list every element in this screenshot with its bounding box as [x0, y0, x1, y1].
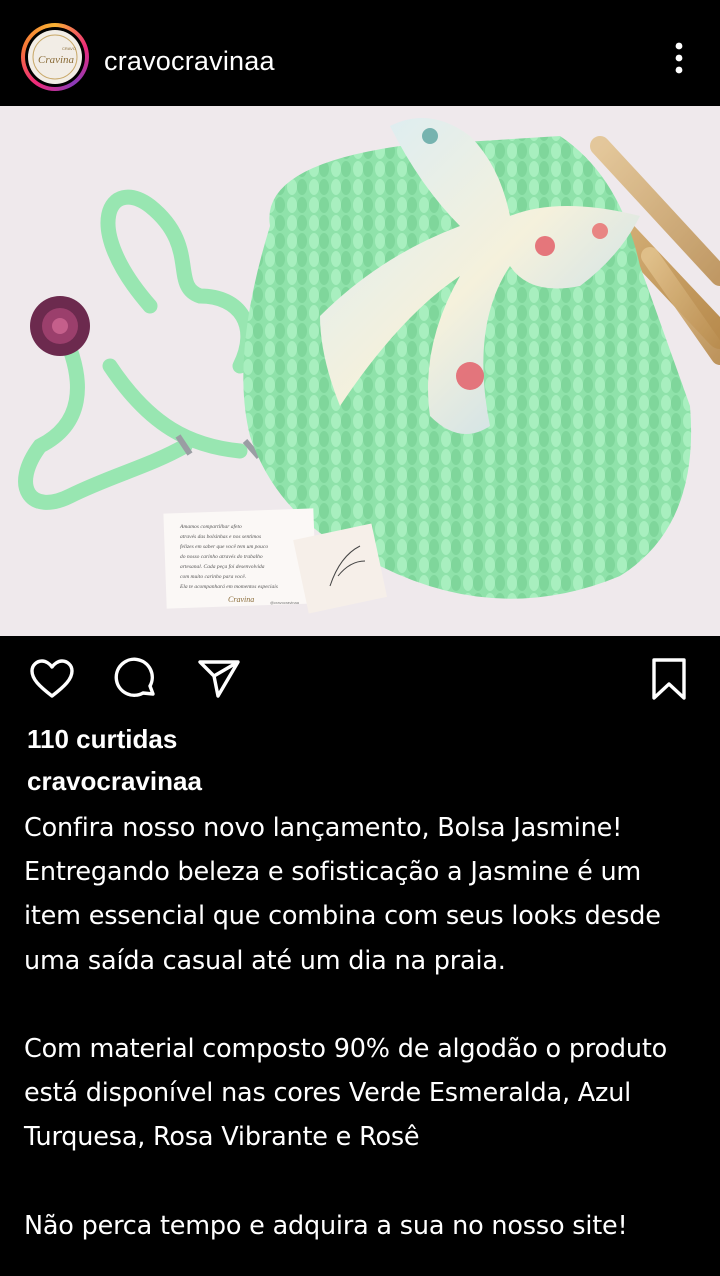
caption-author[interactable]: cravocravinaa — [27, 766, 202, 797]
post-caption: Confira nosso novo lançamento, Bolsa Jas… — [24, 806, 704, 1248]
bag-photo: Amamos compartilhar afeto através das bo… — [0, 106, 720, 636]
caption-paragraph-3: Não perca tempo e adquira a sua no nosso… — [24, 1210, 628, 1241]
svg-text:através das bolsinhas e nos se: através das bolsinhas e nos sentimos — [180, 534, 261, 540]
story-ring[interactable]: CRAVO Cravina — [21, 23, 89, 91]
send-icon — [198, 660, 240, 698]
comment-icon — [114, 657, 155, 697]
heart-icon — [30, 659, 74, 698]
post-actions — [0, 650, 720, 710]
svg-text:Cravina: Cravina — [38, 54, 75, 66]
svg-text:Amamos compartilhar afeto: Amamos compartilhar afeto — [179, 523, 242, 530]
avatar[interactable]: CRAVO Cravina — [28, 30, 82, 84]
post-header: CRAVO Cravina cravocravinaa — [0, 0, 720, 106]
post-image[interactable]: Amamos compartilhar afeto através das bo… — [0, 106, 720, 636]
svg-text:Cravina: Cravina — [228, 595, 254, 604]
bookmark-icon — [652, 658, 686, 700]
share-button[interactable] — [194, 654, 244, 704]
save-button[interactable] — [644, 654, 694, 704]
caption-paragraph-1: Confira nosso novo lançamento, Bolsa Jas… — [24, 813, 661, 976]
svg-text:artesanal. Cada peça foi desen: artesanal. Cada peça foi desenvolvida — [180, 563, 265, 570]
thank-you-card: Amamos compartilhar afeto através das bo… — [163, 508, 317, 609]
like-count[interactable]: 110 curtidas — [27, 724, 177, 755]
svg-text:CRAVO: CRAVO — [62, 46, 76, 51]
svg-text:@cravocravinaa: @cravocravinaa — [270, 600, 300, 605]
more-vertical-icon — [675, 42, 683, 74]
brand-logo: CRAVO Cravina — [32, 34, 78, 80]
svg-text:felizes em saber que você tem: felizes em saber que você tem um pouco — [180, 543, 268, 550]
username[interactable]: cravocravinaa — [104, 46, 275, 77]
comment-button[interactable] — [111, 654, 161, 704]
svg-text:Ela te acompanhará em momentos: Ela te acompanhará em momentos especiais — [179, 584, 278, 590]
more-options-button[interactable] — [664, 40, 694, 76]
caption-paragraph-2: Com material composto 90% de algodão o p… — [24, 1034, 668, 1153]
svg-text:do nosso carinho através do tr: do nosso carinho através do trabalho — [180, 554, 263, 560]
like-button[interactable] — [27, 654, 77, 704]
svg-text:com muito carinho para você.: com muito carinho para você. — [180, 574, 246, 580]
